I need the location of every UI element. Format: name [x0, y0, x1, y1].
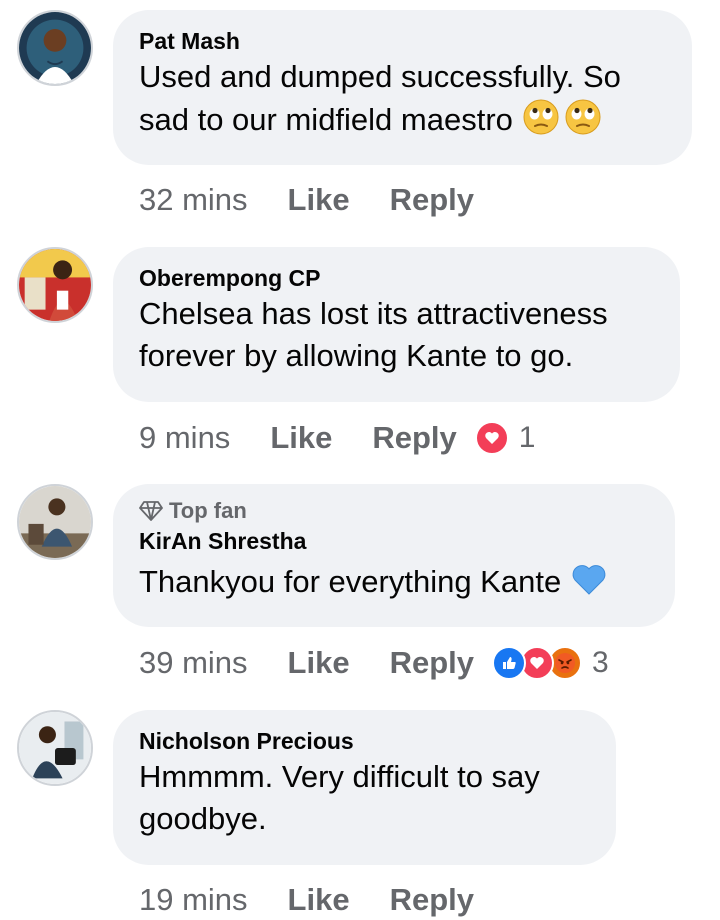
like-button[interactable]: Like — [288, 182, 350, 218]
comment-meta: 9 mins Like Reply 1 — [139, 418, 535, 458]
reaction-count: 1 — [518, 421, 536, 454]
reaction-summary[interactable]: 1 — [474, 421, 536, 455]
top-fan-badge: Top fan — [139, 496, 649, 526]
avatar[interactable] — [17, 247, 93, 323]
comment-meta: 39 mins Like Reply 3 — [139, 643, 609, 683]
comment-text-body: Thankyou for everything Kante — [139, 564, 562, 599]
comment-time[interactable]: 39 mins — [139, 645, 248, 681]
reaction-summary[interactable]: 3 — [492, 646, 609, 680]
comment-time[interactable]: 32 mins — [139, 182, 248, 218]
top-fan-label: Top fan — [169, 498, 247, 523]
like-button[interactable]: Like — [270, 420, 332, 456]
like-button[interactable]: Like — [288, 882, 350, 918]
avatar[interactable] — [17, 484, 93, 560]
reply-button[interactable]: Reply — [390, 182, 474, 218]
reply-button[interactable]: Reply — [372, 420, 456, 456]
comment-bubble: Nicholson Precious Hmmmm. Very difficult… — [113, 710, 616, 865]
reaction-count: 3 — [592, 646, 609, 679]
comment-text: Hmmmm. Very difficult to say goodbye. — [139, 759, 540, 836]
comment-bubble: Pat Mash Used and dumped successfully. S… — [113, 10, 692, 165]
commenter-name[interactable]: Oberempong CP — [139, 263, 654, 293]
like-button[interactable]: Like — [288, 645, 350, 681]
avatar[interactable] — [17, 10, 93, 86]
comment-meta: 32 mins Like Reply — [139, 180, 492, 220]
comment-text: Used and dumped successfully. So sad to … — [139, 56, 666, 141]
comment-text: Chelsea has lost its attractiveness fore… — [139, 296, 608, 373]
comment-time[interactable]: 9 mins — [139, 420, 230, 456]
blue-heart-emoji-icon — [572, 565, 606, 595]
commenter-name[interactable]: KirAn Shrestha — [139, 526, 649, 556]
commenter-name[interactable]: Pat Mash — [139, 26, 666, 56]
reply-button[interactable]: Reply — [390, 882, 474, 918]
rolling-eyes-emoji-icon — [565, 99, 601, 135]
diamond-icon — [139, 501, 163, 521]
rolling-eyes-emoji-icon — [523, 99, 559, 135]
comment-bubble: Top fan KirAn Shrestha Thankyou for ever… — [113, 484, 675, 627]
like-reaction-icon — [492, 646, 526, 680]
love-reaction-icon — [474, 421, 509, 455]
comment-text: Thankyou for everything Kante — [139, 560, 649, 603]
avatar[interactable] — [17, 710, 93, 786]
comment-time[interactable]: 19 mins — [139, 882, 248, 918]
comment-meta: 19 mins Like Reply — [139, 880, 492, 920]
reply-button[interactable]: Reply — [390, 645, 474, 681]
commenter-name[interactable]: Nicholson Precious — [139, 726, 590, 756]
comment-bubble: Oberempong CP Chelsea has lost its attra… — [113, 247, 680, 402]
